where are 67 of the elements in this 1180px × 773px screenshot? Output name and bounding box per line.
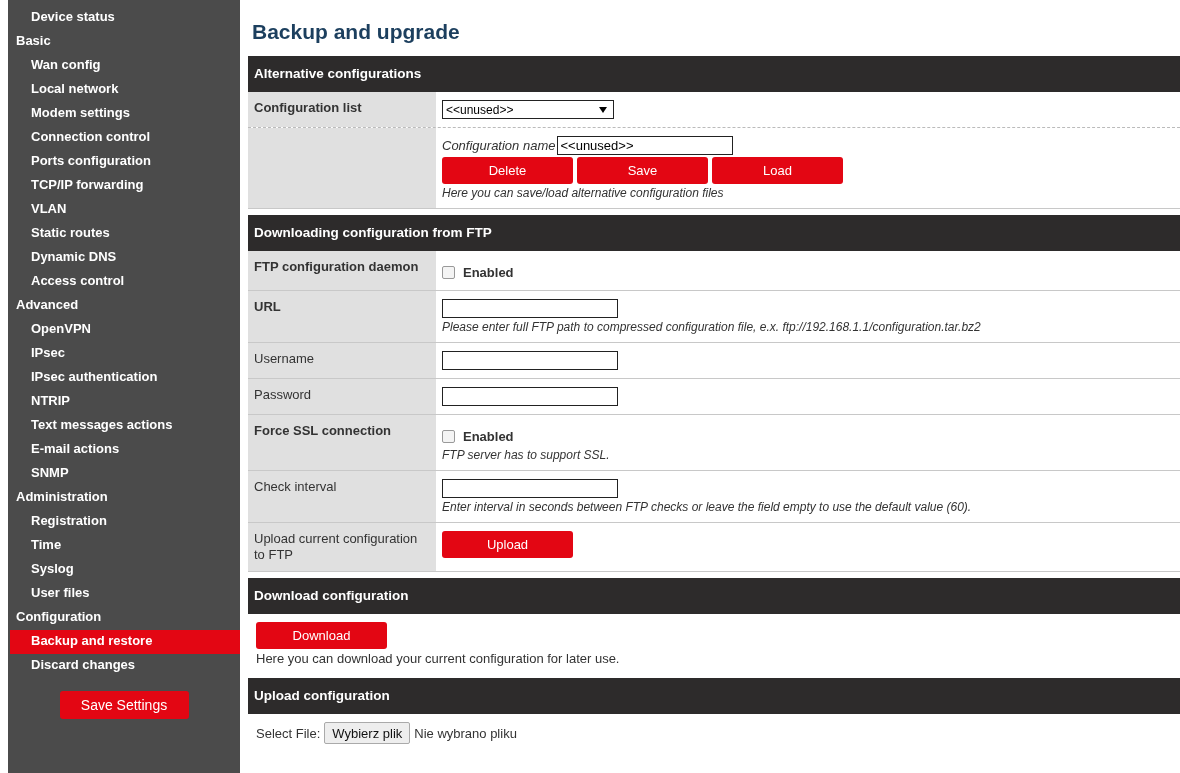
hint-text: Enter interval in seconds between FTP checks or leave the field empty to use the default value (60).: [442, 500, 972, 514]
sidebar-group-heading: Administration: [15, 488, 109, 506]
sidebar-item[interactable]: Modem settings: [8, 102, 240, 126]
checkbox[interactable]: [442, 266, 455, 279]
input-field[interactable]: <<unused>>: [557, 136, 734, 155]
sidebar-group-heading: Configuration: [15, 608, 103, 626]
sidebar-item[interactable]: Syslog: [8, 558, 240, 582]
sidebar-item[interactable]: OpenVPN: [8, 318, 240, 342]
sidebar-item[interactable]: Ports configuration: [8, 150, 240, 174]
action-button[interactable]: Save: [577, 157, 708, 184]
sidebar-item[interactable]: Device status: [8, 6, 240, 30]
file-status-text: Nie wybrano pliku: [414, 725, 517, 741]
sidebar-item[interactable]: Connection control: [8, 126, 240, 150]
sidebar-item[interactable]: TCP/IP forwarding: [8, 174, 240, 198]
sidebar-item[interactable]: Access control: [8, 270, 240, 294]
configuration-dropdown[interactable]: <<unused>>: [442, 100, 614, 119]
hint-text: Here you can save/load alternative configuration files: [442, 186, 724, 200]
section-header: Alternative configurations: [248, 56, 1180, 92]
field-label: Upload current configuration to FTP: [254, 531, 418, 562]
hint-text: Please enter full FTP path to compressed configuration file, e.x. ftp://192.168.1.1/configuration.tar.bz2: [442, 320, 981, 334]
field-label: Password: [254, 387, 312, 402]
section-header: Upload configuration: [248, 678, 1180, 714]
action-button[interactable]: Load: [712, 157, 843, 184]
sidebar-item[interactable]: NTRIP: [8, 390, 240, 414]
sidebar-item[interactable]: Backup and restore: [10, 630, 240, 654]
sidebar-item[interactable]: Dynamic DNS: [8, 246, 240, 270]
sidebar-item[interactable]: VLAN: [8, 198, 240, 222]
action-button[interactable]: Delete: [442, 157, 573, 184]
section-header: Download configuration: [248, 578, 1180, 614]
field-label: Configuration list: [254, 100, 362, 115]
sidebar-group-heading: Basic: [15, 32, 52, 50]
checkbox-label: Enabled: [463, 265, 514, 280]
sidebar-item[interactable]: SNMP: [8, 462, 240, 486]
sidebar-item[interactable]: Time: [8, 534, 240, 558]
sidebar-item[interactable]: Static routes: [8, 222, 240, 246]
field-label: Configuration name: [442, 138, 556, 153]
input-field[interactable]: [442, 299, 618, 318]
field-label: Username: [254, 351, 314, 366]
action-button[interactable]: Upload: [442, 531, 573, 558]
page-title: Backup and upgrade: [251, 19, 461, 45]
sidebar-item[interactable]: Discard changes: [8, 654, 240, 678]
input-field[interactable]: [442, 387, 618, 406]
section-header: Downloading configuration from FTP: [248, 215, 1180, 251]
field-label: Select File:: [256, 725, 321, 741]
action-button[interactable]: Download: [256, 622, 387, 649]
field-label: URL: [254, 299, 281, 314]
checkbox-label: Enabled: [463, 429, 514, 444]
sidebar-item[interactable]: IPsec: [8, 342, 240, 366]
input-field[interactable]: [442, 479, 618, 498]
sidebar-item[interactable]: User files: [8, 582, 240, 606]
sidebar-item[interactable]: Local network: [8, 78, 240, 102]
field-label: Force SSL connection: [254, 423, 391, 438]
checkbox[interactable]: [442, 430, 455, 443]
sidebar-item[interactable]: IPsec authentication: [8, 366, 240, 390]
sidebar-item[interactable]: E-mail actions: [8, 438, 240, 462]
choose-file-button[interactable]: Wybierz plik: [324, 722, 411, 744]
description-text: Here you can download your current configuration for later use.: [256, 651, 620, 666]
field-label: Check interval: [254, 479, 337, 494]
sidebar-item[interactable]: Registration: [8, 510, 240, 534]
hint-text: FTP server has to support SSL.: [442, 448, 610, 462]
input-field[interactable]: [442, 351, 618, 370]
field-label: FTP configuration daemon: [254, 259, 419, 274]
dropdown-caret-icon: [599, 106, 607, 113]
save-settings-button[interactable]: Save Settings: [59, 691, 189, 719]
sidebar-group-heading: Advanced: [15, 296, 80, 314]
sidebar-item[interactable]: Text messages actions: [8, 414, 240, 438]
sidebar-item[interactable]: Wan config: [8, 54, 240, 78]
